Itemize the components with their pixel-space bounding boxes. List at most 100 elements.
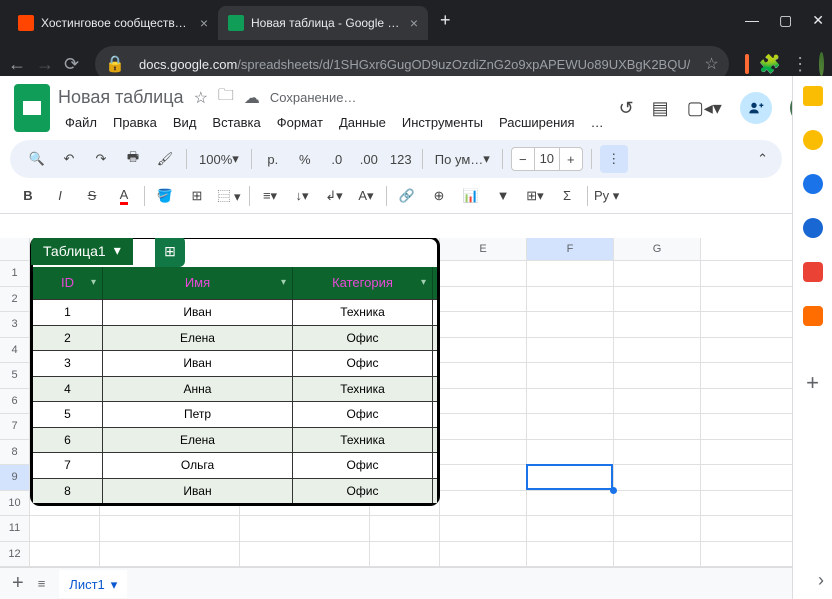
table-cell[interactable]: 7 (33, 453, 103, 478)
cell[interactable] (440, 516, 527, 541)
strike-button[interactable]: S (78, 183, 106, 209)
comments-icon[interactable]: ▤ (652, 98, 669, 119)
minimize-icon[interactable]: — (745, 12, 759, 29)
menu-…[interactable]: … (584, 113, 611, 132)
fill-color-button[interactable]: 🪣 (151, 183, 179, 209)
halign-button[interactable]: ≡▾ (256, 183, 284, 209)
cell[interactable] (614, 312, 701, 337)
row-header[interactable]: 8 (0, 440, 30, 465)
table-header[interactable]: ID▾ (33, 267, 103, 299)
selection-handle[interactable] (610, 487, 617, 494)
collapse-toolbar-icon[interactable]: ⌃ (757, 151, 768, 167)
row-header[interactable]: 5 (0, 363, 30, 388)
cell[interactable] (370, 542, 440, 567)
menu-Вид[interactable]: Вид (166, 113, 204, 132)
cell[interactable] (614, 338, 701, 363)
table-cell[interactable]: Елена (103, 326, 293, 351)
forward-button[interactable]: → (36, 54, 54, 75)
move-icon[interactable]: 🗀 (218, 84, 234, 111)
merge-button[interactable]: ⿳ ▾ (215, 183, 243, 209)
table-cell[interactable]: Елена (103, 428, 293, 453)
table-cell[interactable]: 6 (33, 428, 103, 453)
table-cell[interactable]: Техника (293, 377, 433, 402)
new-tab-button[interactable]: + (440, 10, 451, 31)
row-header[interactable]: 10 (0, 491, 30, 516)
table-cell[interactable]: Иван (103, 300, 293, 325)
number-format-button[interactable]: 123 (388, 146, 414, 172)
table-cell[interactable]: Офис (293, 326, 433, 351)
table-header[interactable]: Категория▾ (293, 267, 433, 299)
menu-Правка[interactable]: Правка (106, 113, 164, 132)
cell[interactable] (240, 516, 370, 541)
cell[interactable] (440, 440, 527, 465)
cell[interactable] (527, 312, 614, 337)
menu-Инструменты[interactable]: Инструменты (395, 113, 490, 132)
row-header[interactable]: 1 (0, 261, 30, 286)
table-row[interactable]: 1ИванТехника (33, 299, 437, 325)
cell[interactable] (527, 389, 614, 414)
reload-button[interactable]: ⟳ (64, 54, 79, 75)
cell[interactable] (440, 389, 527, 414)
cell[interactable] (614, 389, 701, 414)
link-button[interactable]: 🔗 (393, 183, 421, 209)
row-header[interactable]: 2 (0, 287, 30, 312)
cell[interactable] (614, 261, 701, 286)
cell[interactable] (440, 338, 527, 363)
cell[interactable] (614, 491, 701, 516)
menu-Формат[interactable]: Формат (270, 113, 330, 132)
tasks-icon[interactable] (803, 174, 823, 194)
rotate-button[interactable]: A▾ (352, 183, 380, 209)
increase-decimal-button[interactable]: .00 (356, 146, 382, 172)
extension-icon[interactable] (745, 54, 749, 74)
col-header-E[interactable]: E (440, 238, 527, 260)
share-button[interactable] (740, 92, 772, 124)
table-cell[interactable]: Офис (293, 479, 433, 504)
table-cell[interactable]: 5 (33, 402, 103, 427)
cell[interactable] (440, 414, 527, 439)
data-table[interactable]: Таблица1▾ ⊞ ID▾Имя▾Категория▾ 1ИванТехни… (30, 238, 440, 506)
print-button[interactable]: 🖶 (120, 146, 146, 172)
all-sheets-button[interactable]: ≡ (38, 576, 46, 591)
sheets-logo-icon[interactable] (14, 84, 50, 132)
row-header[interactable]: 4 (0, 338, 30, 363)
table-header[interactable]: Имя▾ (103, 267, 293, 299)
cell[interactable] (614, 440, 701, 465)
cell[interactable] (100, 542, 240, 567)
table-row[interactable]: 5ПетрОфис (33, 401, 437, 427)
zoom-dropdown[interactable]: 100% ▾ (195, 146, 243, 172)
close-window-icon[interactable]: ✕ (812, 12, 824, 29)
panel-chevron-icon[interactable]: › (818, 570, 824, 591)
cell[interactable] (440, 363, 527, 388)
cell[interactable] (527, 261, 614, 286)
row-header[interactable]: 7 (0, 414, 30, 439)
toolbar-more-button[interactable]: ⋮ (600, 145, 628, 173)
table-cell[interactable]: 4 (33, 377, 103, 402)
font-size-increase[interactable]: + (560, 152, 582, 167)
cell[interactable] (527, 542, 614, 567)
filter-views-button[interactable]: ⊞▾ (521, 183, 549, 209)
calendar-icon[interactable] (803, 86, 823, 106)
cell[interactable] (527, 338, 614, 363)
cell[interactable] (100, 516, 240, 541)
font-size-decrease[interactable]: − (512, 152, 534, 167)
paint-format-button[interactable]: 🖌 (152, 146, 178, 172)
cell[interactable] (614, 516, 701, 541)
cell[interactable] (527, 516, 614, 541)
cell[interactable] (440, 491, 527, 516)
col-header-F[interactable]: F (527, 238, 614, 260)
table-row[interactable]: 7ОльгаОфис (33, 452, 437, 478)
close-icon[interactable]: × (200, 15, 208, 31)
menu-Расширения[interactable]: Расширения (492, 113, 582, 132)
percent-button[interactable]: % (292, 146, 318, 172)
addon-icon[interactable] (803, 306, 823, 326)
font-size-stepper[interactable]: − 10 + (511, 147, 583, 171)
filter-button[interactable]: ▼ (489, 183, 517, 209)
row-header[interactable]: 9 (0, 465, 30, 490)
profile-avatar[interactable] (819, 52, 824, 76)
cell[interactable] (440, 261, 527, 286)
contacts-icon[interactable] (803, 218, 823, 238)
menu-Файл[interactable]: Файл (58, 113, 104, 132)
table-cell[interactable]: 1 (33, 300, 103, 325)
table-row[interactable]: 6ЕленаТехника (33, 427, 437, 453)
cell[interactable] (527, 491, 614, 516)
